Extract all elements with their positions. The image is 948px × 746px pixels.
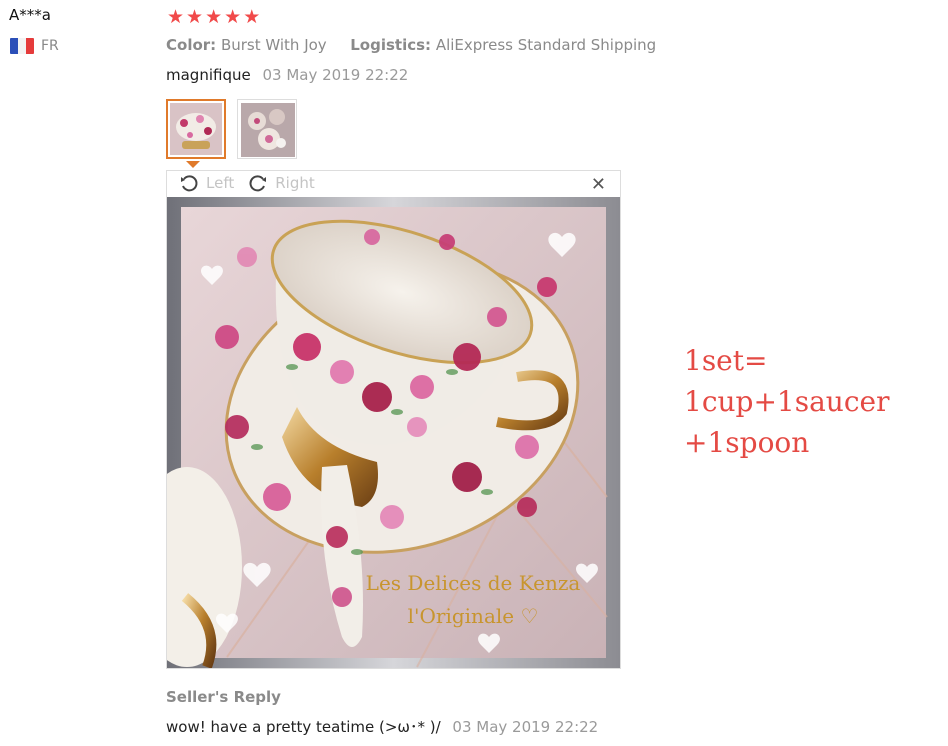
review-thumbnail-1[interactable] — [166, 99, 226, 159]
watermark-line1: Les Delices de Kenza — [366, 571, 581, 595]
france-flag-icon — [10, 38, 34, 54]
rotate-left-label: Left — [206, 174, 235, 192]
country-code: FR — [41, 38, 59, 54]
reviewer-country: FR — [10, 38, 59, 54]
logistics-label: Logistics: — [350, 36, 432, 54]
close-icon[interactable]: ✕ — [591, 174, 606, 195]
reviewer-name: A***a — [9, 6, 51, 24]
review-date: 03 May 2019 22:22 — [262, 66, 409, 84]
seller-reply-date: 03 May 2019 22:22 — [452, 718, 599, 736]
color-label: Color: — [166, 36, 217, 54]
watermark-line2: l'Originale ♡ — [408, 604, 539, 628]
rotate-right-label: Right — [275, 174, 315, 192]
thumbnail-image-1 — [170, 103, 222, 155]
seller-reply-title: Seller's Reply — [166, 688, 281, 706]
review-comment: magnifique 03 May 2019 22:22 — [166, 66, 408, 84]
seller-reply: wow! have a pretty teatime (>ω･* )/ 03 M… — [166, 716, 598, 737]
review-text: magnifique — [166, 66, 251, 84]
rotate-left-icon — [181, 175, 198, 192]
review-attributes: Color: Burst With Joy Logistics: AliExpr… — [166, 36, 656, 54]
set-note-line3: +1spoon — [684, 426, 810, 459]
review-photo: Les Delices de Kenza l'Originale ♡ — [167, 197, 620, 668]
rotate-right-button[interactable]: Right — [248, 173, 315, 193]
viewer-toolbar: Left Right — [167, 171, 620, 195]
review-thumbnail-2[interactable] — [237, 99, 297, 159]
star-icon: ★ — [243, 6, 261, 28]
color-value: Burst With Joy — [220, 36, 327, 54]
set-note-line2: 1cup+1saucer — [684, 385, 890, 418]
thumbnail-image-2 — [241, 103, 295, 157]
set-note-line1: 1set= — [684, 344, 768, 377]
star-icon: ★ — [167, 6, 185, 28]
thumbnail-pointer — [186, 161, 200, 168]
rotate-right-icon — [249, 175, 267, 192]
logistics-value: AliExpress Standard Shipping — [435, 36, 657, 54]
star-rating: ★ ★ ★ ★ ★ — [167, 7, 260, 27]
star-icon: ★ — [205, 6, 223, 28]
image-viewer: Left Right ✕ Les Delices de Kenza l'Orig… — [166, 170, 621, 669]
star-icon: ★ — [186, 6, 204, 28]
set-contents-note: 1set= 1cup+1saucer +1spoon — [684, 340, 889, 463]
seller-reply-text: wow! have a pretty teatime (>ω･* )/ — [166, 718, 441, 736]
star-icon: ★ — [224, 6, 242, 28]
rotate-left-button[interactable]: Left — [179, 173, 234, 193]
